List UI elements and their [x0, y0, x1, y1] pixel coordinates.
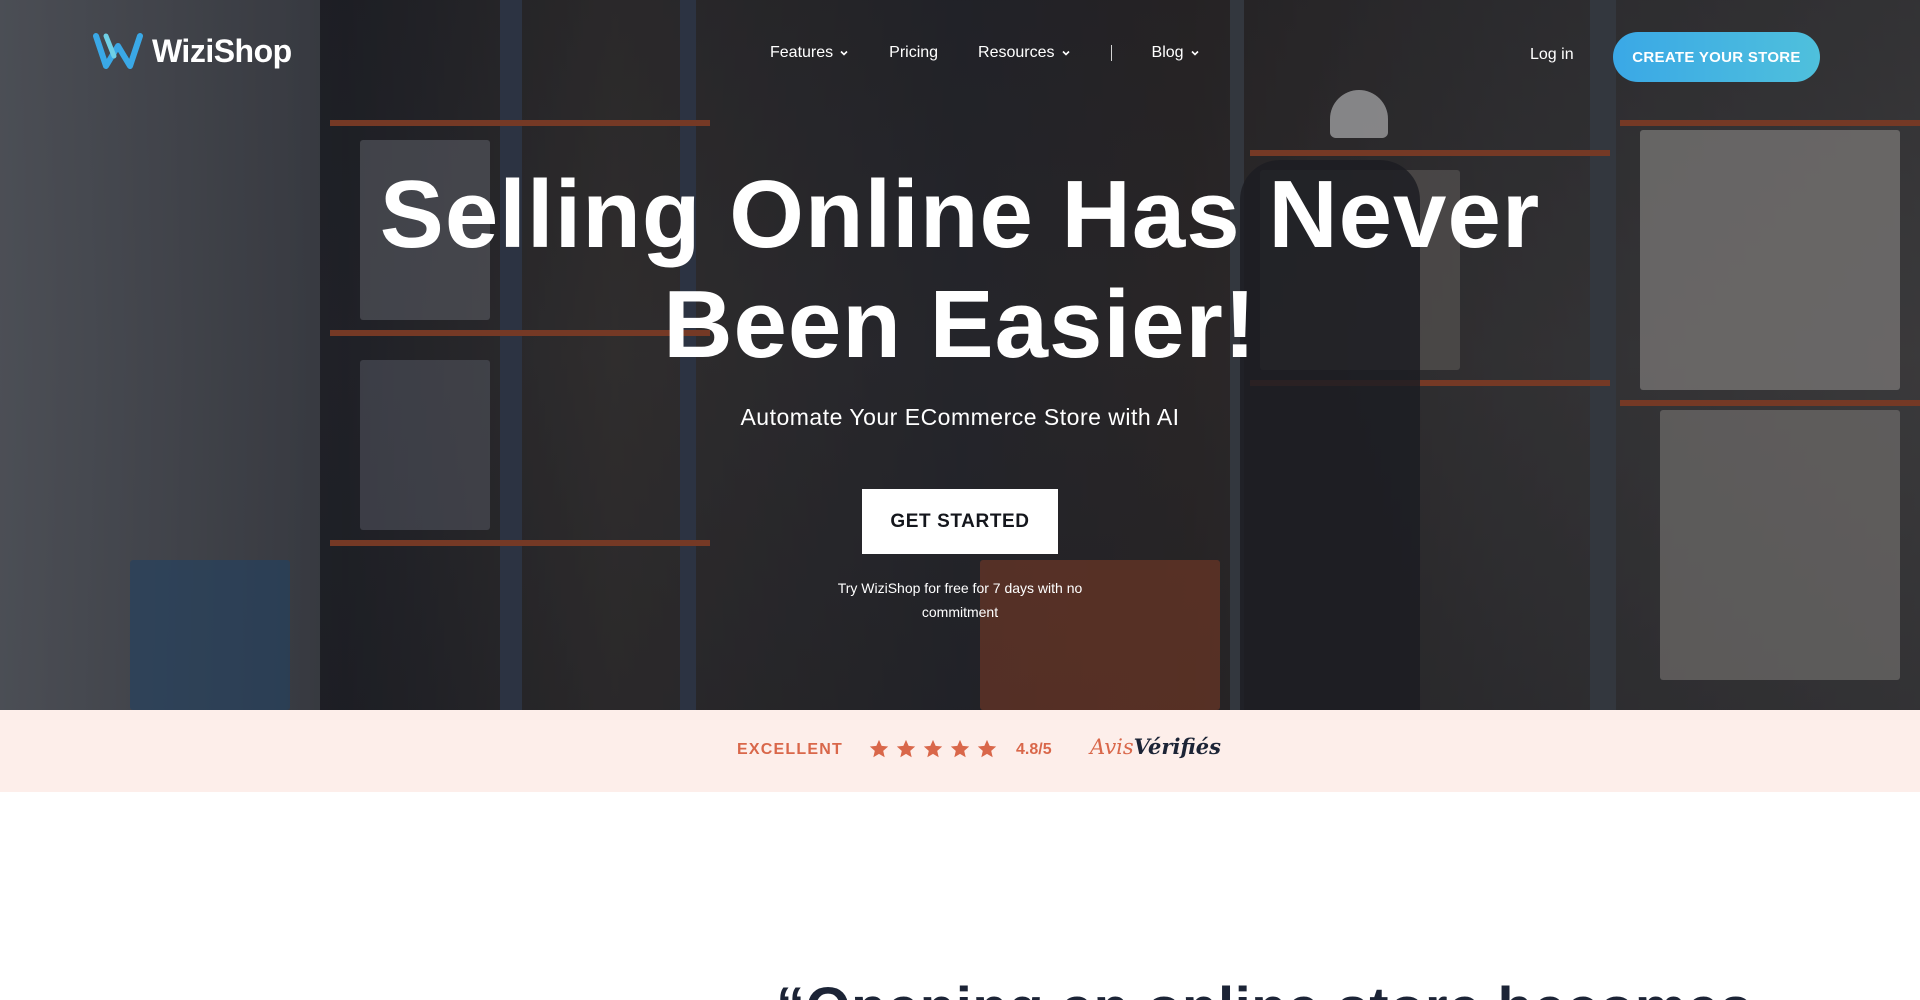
- top-navigation: WiziShop Features Pricing Resources Blog…: [0, 0, 1920, 112]
- menu-item-resources[interactable]: Resources: [978, 44, 1070, 62]
- star-icon: [869, 739, 889, 758]
- hero-subheadline: Automate Your ECommerce Store with AI: [740, 404, 1180, 430]
- brand-name: WiziShop: [152, 32, 292, 69]
- create-store-button[interactable]: CREATE YOUR STORE: [1613, 32, 1820, 82]
- rating-score: 4.8/5: [1016, 741, 1052, 758]
- star-icon: [950, 739, 970, 758]
- chevron-down-icon: [1190, 50, 1199, 56]
- chevron-down-icon: [1061, 50, 1070, 56]
- avis-verifies-logo[interactable]: AvisVérifiés: [1090, 734, 1221, 759]
- wizishop-logo-icon: [93, 33, 143, 69]
- brand-logo[interactable]: WiziShop: [92, 30, 292, 72]
- avis-verifies-logo-part1: Avis: [1090, 735, 1134, 759]
- testimonial-quote: “Opening an online store becomes: [776, 975, 1752, 1000]
- rating-label: EXCELLENT: [737, 741, 843, 758]
- hero-headline: Selling Online Has Never Been Easier!: [0, 160, 1920, 380]
- main-menu: Features Pricing Resources Blog: [770, 44, 1240, 62]
- login-link[interactable]: Log in: [1530, 46, 1574, 64]
- trial-note: Try WiziShop for free for 7 days with no…: [837, 580, 1083, 620]
- star-icon: [923, 739, 943, 758]
- menu-item-features[interactable]: Features: [770, 44, 849, 62]
- menu-item-pricing[interactable]: Pricing: [889, 44, 938, 62]
- menu-item-label: Pricing: [889, 44, 939, 61]
- rating-stars: [868, 738, 998, 760]
- star-icon: [977, 739, 997, 758]
- menu-item-label: Blog: [1151, 44, 1184, 61]
- chevron-down-icon: [840, 50, 848, 56]
- menu-item-label: Features: [770, 44, 834, 61]
- hero-headline-line1: Selling Online Has Never: [379, 161, 1541, 268]
- menu-item-blog[interactable]: Blog: [1152, 44, 1200, 62]
- hero-headline-line2: Been Easier!: [663, 271, 1257, 378]
- get-started-button[interactable]: GET STARTED: [862, 489, 1058, 554]
- menu-divider: [1110, 45, 1112, 61]
- star-icon: [896, 739, 916, 758]
- menu-item-label: Resources: [978, 44, 1055, 61]
- avis-verifies-logo-part2: Vérifiés: [1133, 734, 1221, 759]
